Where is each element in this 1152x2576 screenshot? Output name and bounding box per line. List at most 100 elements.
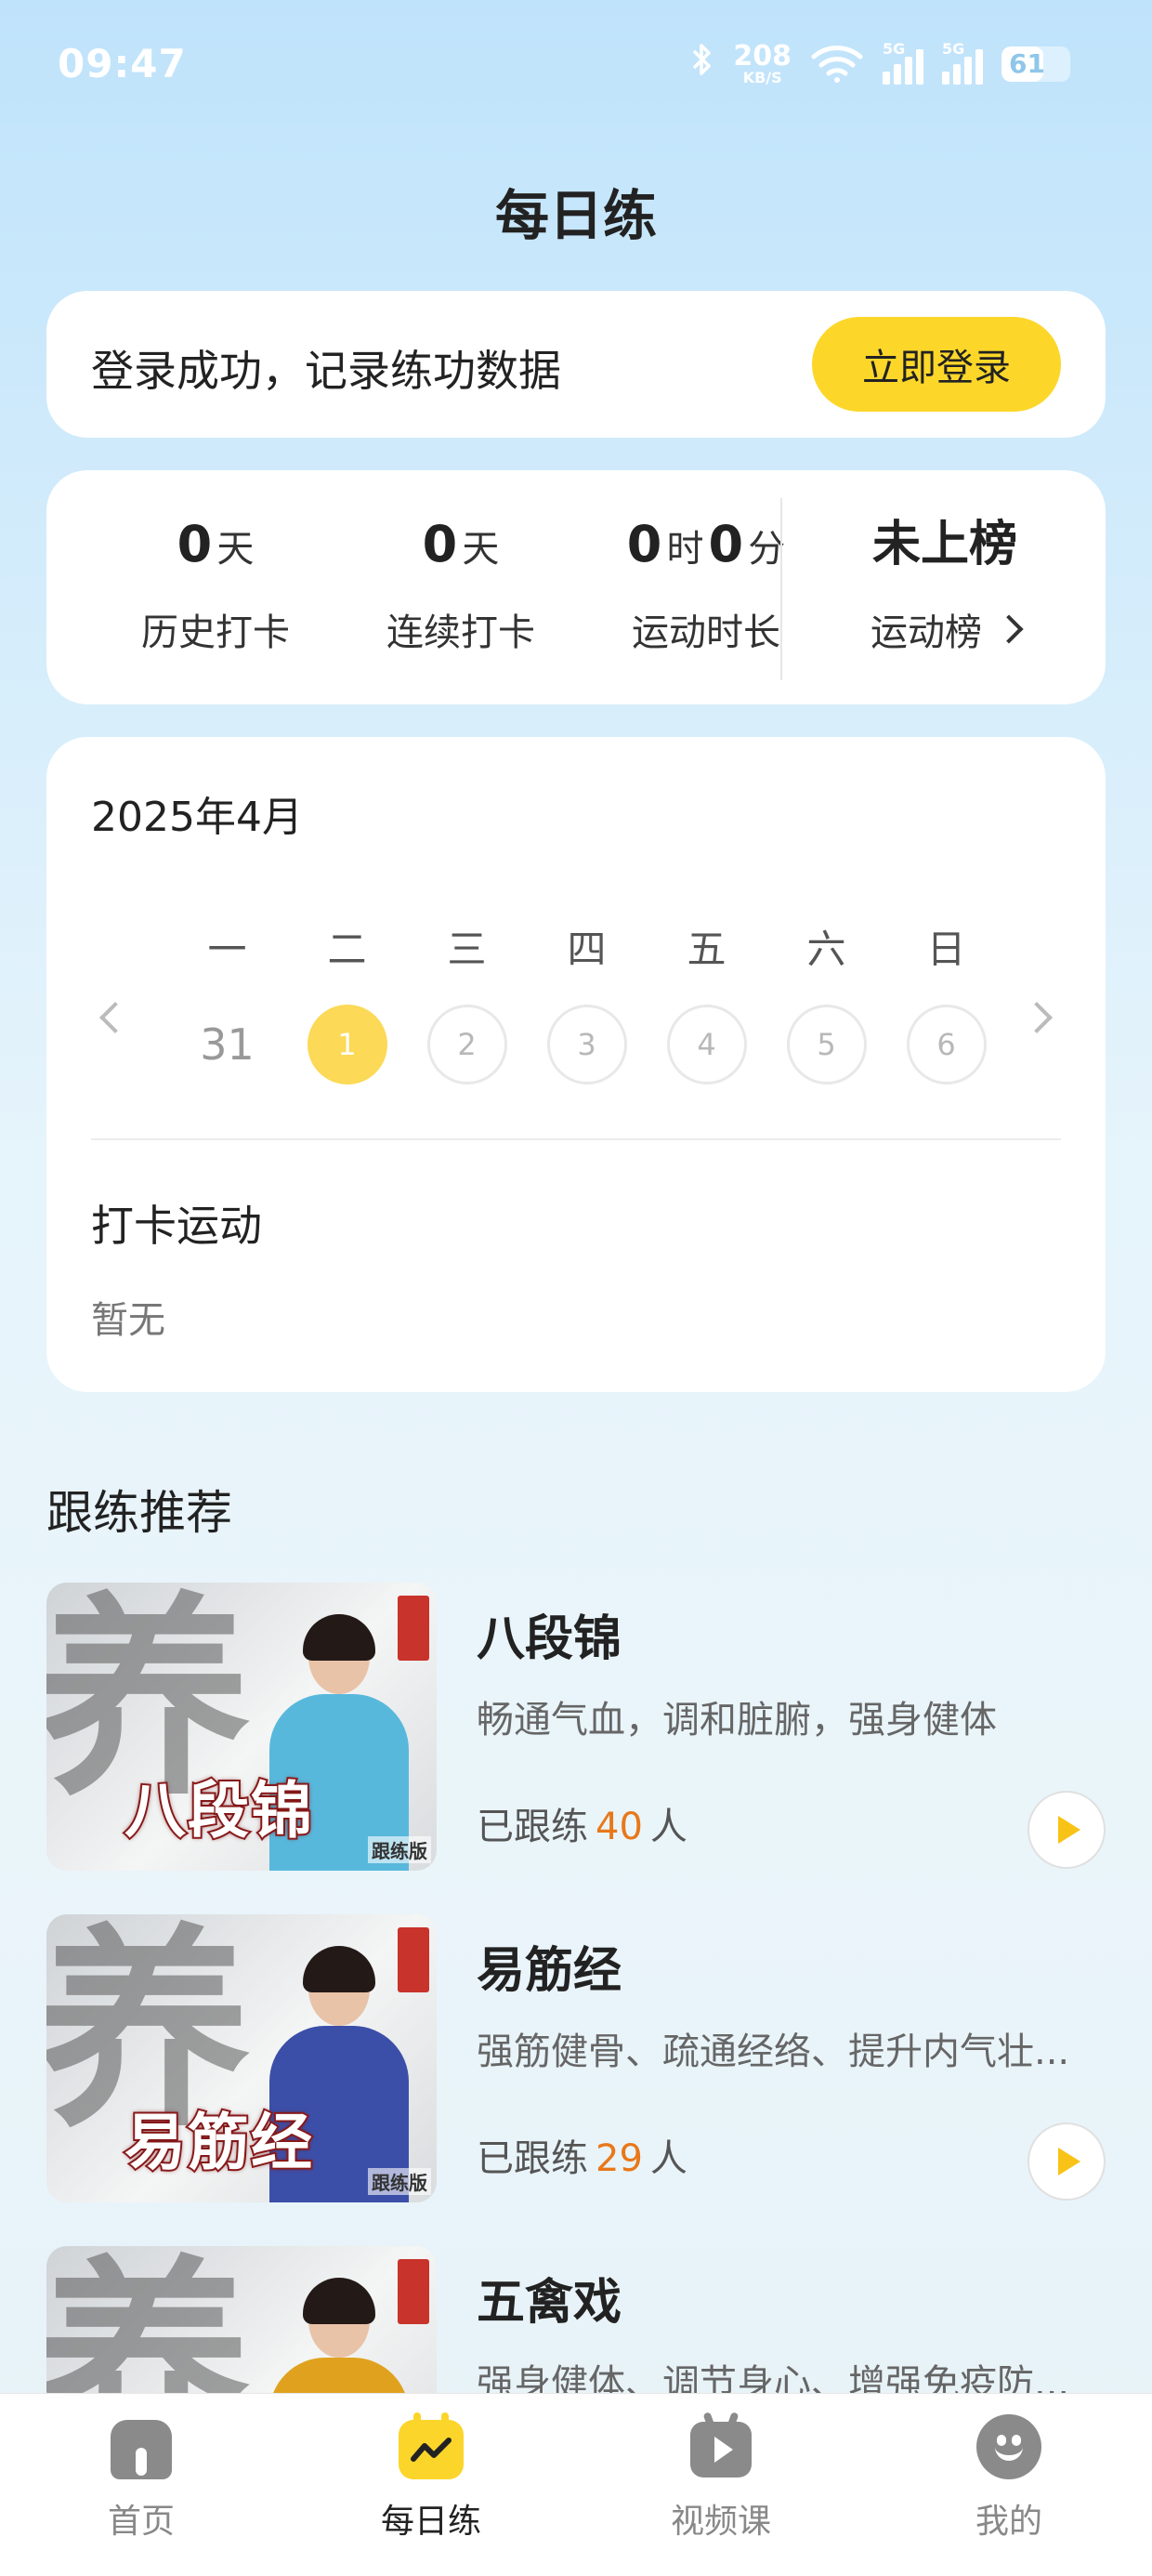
day-number: 4 xyxy=(666,1005,747,1084)
rank-status: 未上榜 xyxy=(871,517,1017,572)
recommend-item[interactable]: 养 易筋经 跟练版 易筋经 强筋健骨、疏通经络、提升内气壮... 已跟练 29 人 xyxy=(46,1914,1106,2202)
signal-icon-sim2: 5G xyxy=(942,40,983,85)
course-thumbnail[interactable]: 养 八段锦 跟练版 xyxy=(46,1583,437,1871)
net-speed-unit: KB/S xyxy=(742,68,782,86)
leaderboard-link[interactable]: 运动榜 xyxy=(871,602,1024,656)
streak-days-value: 0 xyxy=(422,515,458,573)
stat-exercise-duration: 0 时 0 分 运动时长 xyxy=(595,507,818,656)
calendar-days: 31 1 2 3 4 5 6 xyxy=(167,1005,1006,1084)
day-number: 1 xyxy=(307,1005,387,1084)
status-icons: 208 KB/S 5G 5G 61 xyxy=(690,39,1070,86)
battery-percent: 61 xyxy=(1009,47,1045,79)
play-icon xyxy=(1058,2148,1080,2175)
divider xyxy=(91,1138,1061,1140)
course-name: 易筋经 xyxy=(477,1943,622,1999)
profile-icon xyxy=(975,2412,1043,2481)
signal-icon-sim1: 5G xyxy=(883,40,923,85)
play-icon xyxy=(1058,1816,1080,1844)
net-speed-value: 208 xyxy=(733,39,792,72)
recommend-section-title: 跟练推荐 xyxy=(46,1486,232,1540)
checkin-empty-text: 暂无 xyxy=(91,1299,165,1342)
thumbnail-title: 八段锦 xyxy=(123,1772,314,1848)
chevron-left-icon xyxy=(99,1002,131,1033)
course-thumbnail[interactable]: 养 易筋经 跟练版 xyxy=(46,1914,437,2202)
course-name: 五禽戏 xyxy=(477,2275,622,2331)
day-number: 2 xyxy=(426,1005,507,1084)
login-prompt: 登录成功，记录练功数据 xyxy=(91,346,561,396)
thumbnail-tag: 跟练版 xyxy=(368,1836,431,1863)
calendar-day[interactable]: 4 xyxy=(647,1005,766,1084)
calendar-day[interactable]: 3 xyxy=(527,1005,647,1084)
tab-profile[interactable]: 我的 xyxy=(916,2412,1102,2543)
tab-video-course-label: 视频课 xyxy=(670,2503,771,2541)
calendar-month: 2025年4月 xyxy=(91,794,303,841)
tab-home[interactable]: 首页 xyxy=(48,2412,234,2543)
calendar-day[interactable]: 2 xyxy=(407,1005,527,1084)
recommend-item[interactable]: 养 八段锦 跟练版 八段锦 畅通气血，调和脏腑，强身健体 已跟练 40 人 xyxy=(46,1583,1106,1871)
calendar-next-week-button[interactable] xyxy=(1013,990,1068,1045)
course-follow-count: 已跟练 40 人 xyxy=(477,1796,687,1850)
follow-count-suffix: 人 xyxy=(649,1806,687,1848)
sim1-label: 5G xyxy=(883,39,906,58)
login-card: 登录成功，记录练功数据 立即登录 xyxy=(46,291,1106,438)
bluetooth-icon xyxy=(690,41,714,86)
duration-minutes-value: 0 xyxy=(708,515,744,573)
weekday-fri: 五 xyxy=(687,927,727,972)
daily-practice-page: 09:47 208 KB/S 5G 5G 61 每日练 登录成功，记录练功数据 … xyxy=(0,0,1152,2576)
play-button[interactable] xyxy=(1028,2123,1106,2201)
day-number: 3 xyxy=(546,1005,627,1084)
tab-profile-label: 我的 xyxy=(975,2503,1042,2541)
course-description: 畅通气血，调和脏腑，强身健体 xyxy=(477,1699,997,1741)
rank-section[interactable]: 未上榜 运动榜 xyxy=(810,507,1080,656)
play-button[interactable] xyxy=(1028,1791,1106,1869)
weekday-sat: 六 xyxy=(806,927,846,972)
weekday-mon: 一 xyxy=(207,927,247,972)
status-bar: 09:47 208 KB/S 5G 5G 61 xyxy=(0,0,1152,130)
stats-card: 0 天 历史打卡 0 天 连续打卡 0 时 0 分 运动时长 未上榜 运动榜 xyxy=(46,470,1106,704)
weekday-sun: 日 xyxy=(926,927,966,972)
duration-hours-value: 0 xyxy=(626,515,662,573)
home-icon xyxy=(107,2412,176,2481)
calendar-card: 2025年4月 一 二 三 四 五 六 日 31 1 2 3 4 5 6 打卡运… xyxy=(46,737,1106,1392)
follow-count-suffix: 人 xyxy=(649,2137,687,2180)
course-description: 强筋健骨、疏通经络、提升内气壮... xyxy=(477,2031,1070,2073)
calendar-day[interactable]: 6 xyxy=(886,1005,1006,1084)
login-button[interactable]: 立即登录 xyxy=(812,317,1061,412)
calendar-day[interactable]: 31 xyxy=(167,1005,287,1084)
weekday-thu: 四 xyxy=(567,927,607,972)
stat-history-checkin: 0 天 历史打卡 xyxy=(104,507,327,656)
wifi-icon xyxy=(810,42,864,86)
follow-count-value: 29 xyxy=(596,2137,643,2180)
day-number: 5 xyxy=(786,1005,867,1084)
exercise-duration-label: 运动时长 xyxy=(632,611,780,654)
course-follow-count: 已跟练 29 人 xyxy=(477,2128,687,2182)
checkin-exercise-title: 打卡运动 xyxy=(91,1201,262,1251)
calendar-day[interactable]: 5 xyxy=(766,1005,886,1084)
page-title: 每日练 xyxy=(494,184,657,247)
calendar-weekdays: 一 二 三 四 五 六 日 xyxy=(167,918,1006,975)
day-number: 6 xyxy=(906,1005,987,1084)
streak-checkin-label: 连续打卡 xyxy=(386,611,535,654)
history-days-value: 0 xyxy=(177,515,213,573)
stat-streak-checkin: 0 天 连续打卡 xyxy=(349,507,572,656)
weekday-tue: 二 xyxy=(327,927,367,972)
leaderboard-label: 运动榜 xyxy=(871,611,982,654)
daily-practice-icon xyxy=(397,2412,465,2481)
tab-video-course[interactable]: 视频课 xyxy=(628,2412,814,2543)
calendar-prev-week-button[interactable] xyxy=(84,990,139,1045)
tab-daily-practice-label: 每日练 xyxy=(380,2503,481,2541)
chevron-right-icon xyxy=(1021,1002,1053,1033)
battery-icon: 61 xyxy=(1001,46,1070,82)
streak-days-unit: 天 xyxy=(462,528,500,571)
status-time: 09:47 xyxy=(58,41,187,86)
net-speed: 208 KB/S xyxy=(733,39,792,86)
tab-daily-practice[interactable]: 每日练 xyxy=(338,2412,524,2543)
thumbnail-tag: 跟练版 xyxy=(368,2168,431,2195)
history-days-unit: 天 xyxy=(216,528,255,571)
calendar-day-selected[interactable]: 1 xyxy=(287,1005,407,1084)
video-course-icon xyxy=(687,2412,755,2481)
stats-divider xyxy=(780,498,782,680)
bottom-tab-bar: 首页 每日练 视频课 我的 xyxy=(0,2393,1152,2576)
tab-home-label: 首页 xyxy=(107,2503,175,2541)
duration-hours-unit: 时 xyxy=(666,528,704,571)
